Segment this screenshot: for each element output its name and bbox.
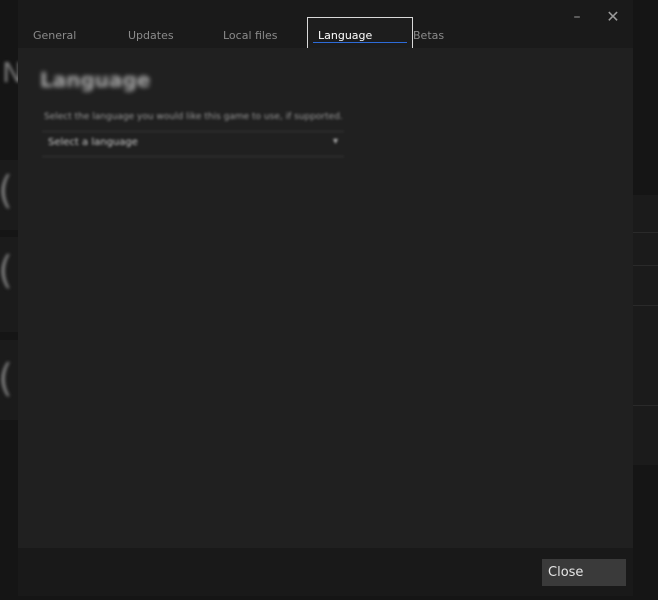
background-divider [633, 305, 658, 306]
minimize-icon[interactable]: – [565, 6, 589, 28]
tab-betas[interactable]: Betas [413, 26, 444, 46]
chevron-down-icon: ▾ [332, 136, 338, 147]
tab-language-label: Language [318, 29, 373, 42]
language-dropdown-value: Select a language [48, 137, 138, 148]
close-button[interactable]: Close [542, 559, 626, 586]
close-icon[interactable]: ✕ [601, 6, 625, 28]
tab-general[interactable]: General [33, 26, 76, 46]
language-dropdown[interactable]: Select a language ▾ [42, 131, 344, 157]
background-glyph: ( [0, 248, 13, 292]
background-panel [633, 195, 658, 465]
background-divider [633, 232, 658, 233]
tab-local-files[interactable]: Local files [223, 26, 278, 46]
background-glyph: ( [0, 168, 13, 212]
background-divider [633, 405, 658, 406]
section-title: Language [40, 68, 151, 92]
section-description: Select the language you would like this … [44, 112, 343, 122]
dialog-titlebar: – ✕ General Updates Local files Language… [18, 0, 633, 53]
language-panel: Language Select the language you would l… [18, 48, 633, 548]
background-divider [633, 265, 658, 266]
dialog-footer: Close [18, 548, 633, 596]
properties-dialog: – ✕ General Updates Local files Language… [18, 0, 633, 596]
tab-updates[interactable]: Updates [128, 26, 174, 46]
active-tab-indicator [313, 42, 407, 43]
background-glyph: ( [0, 356, 13, 400]
